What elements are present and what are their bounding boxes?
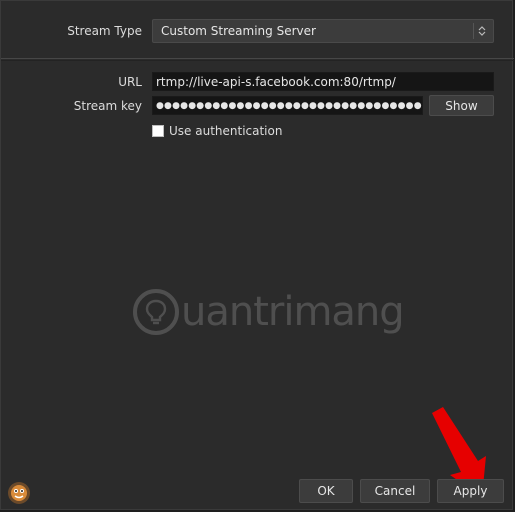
use-authentication-checkbox[interactable] [152, 125, 164, 137]
cancel-button[interactable]: Cancel [360, 479, 430, 503]
ok-label: OK [317, 484, 335, 498]
stream-key-input[interactable]: ●●●●●●●●●●●●●●●●●●●●●●●●●●●●●●●●●●●●● [152, 96, 423, 115]
updown-chevron-icon [473, 23, 490, 39]
url-value: rtmp://live-api-s.facebook.com:80/rtmp/ [156, 74, 396, 89]
settings-window: Stream Type Custom Streaming Server URL … [0, 0, 514, 510]
section-divider [1, 58, 514, 59]
watermark-text: uantrimang [181, 289, 405, 335]
url-input[interactable]: rtmp://live-api-s.facebook.com:80/rtmp/ [152, 72, 494, 91]
ok-button[interactable]: OK [299, 479, 353, 503]
obs-app-icon [8, 482, 30, 504]
stream-type-label: Stream Type [67, 24, 142, 38]
stream-key-label: Stream key [73, 99, 142, 113]
cancel-label: Cancel [374, 484, 416, 498]
apply-label: Apply [453, 484, 488, 498]
stream-type-value: Custom Streaming Server [161, 24, 316, 38]
section-divider-shadow [1, 60, 514, 61]
stream-key-value: ●●●●●●●●●●●●●●●●●●●●●●●●●●●●●●●●●●●●● [156, 100, 422, 111]
use-authentication-label[interactable]: Use authentication [169, 124, 282, 138]
quantrimang-watermark: uantrimang [133, 289, 405, 335]
url-label: URL [118, 75, 142, 89]
lightbulb-icon [133, 289, 179, 335]
show-key-button[interactable]: Show [429, 95, 494, 116]
show-key-label: Show [445, 98, 478, 113]
stream-type-select[interactable]: Custom Streaming Server [152, 19, 494, 43]
apply-button[interactable]: Apply [437, 479, 504, 503]
